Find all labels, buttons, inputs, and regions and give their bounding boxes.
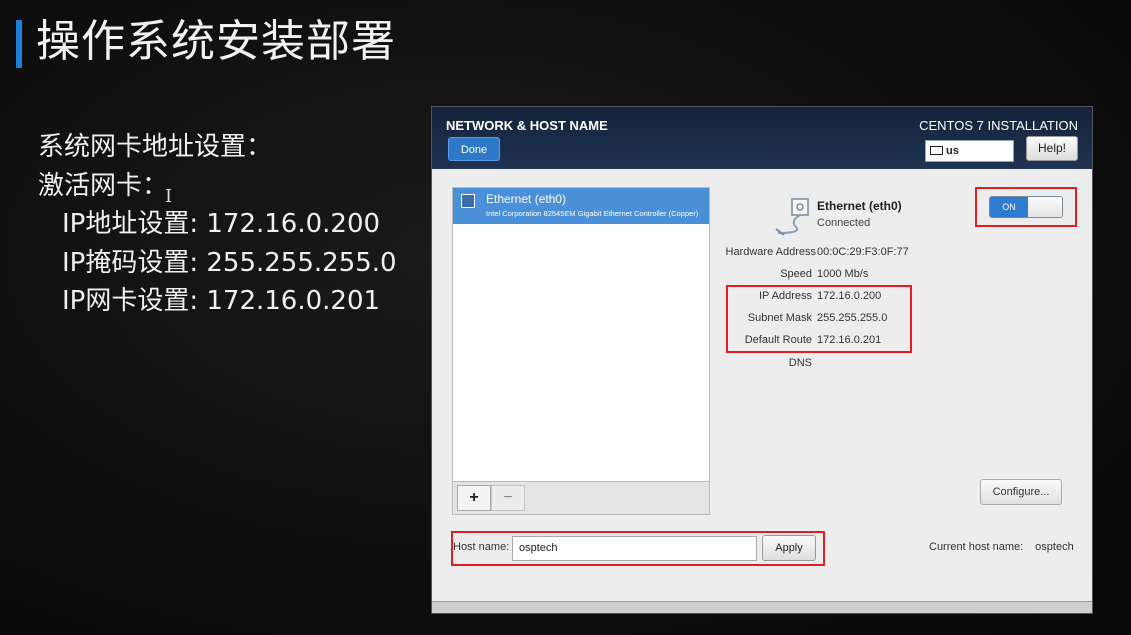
interface-name: Ethernet (eth0) xyxy=(817,199,902,213)
text-cursor-icon: I xyxy=(165,186,173,207)
product-title: CENTOS 7 INSTALLATION xyxy=(919,118,1078,133)
hostname-input[interactable]: osptech xyxy=(512,536,757,561)
ethernet-cable-icon xyxy=(775,198,809,236)
current-hostname: Current host name: osptech xyxy=(929,541,1074,553)
current-hostname-value: osptech xyxy=(1035,541,1074,553)
slide-accent-bar xyxy=(16,20,22,68)
network-device-icon xyxy=(461,194,475,208)
ip-settings-highlight xyxy=(726,285,912,353)
note-line: 激活网卡： xyxy=(38,170,169,201)
device-description: Intel Corporation 82545EM Gigabit Ethern… xyxy=(486,209,699,218)
note-line: IP掩码设置: 255.255.255.0 xyxy=(62,247,397,278)
add-device-button[interactable]: + xyxy=(457,485,491,511)
device-name: Ethernet (eth0) xyxy=(486,192,567,206)
keyboard-icon xyxy=(930,146,943,155)
device-list: Ethernet (eth0) Intel Corporation 82545E… xyxy=(452,187,710,514)
help-button[interactable]: Help! xyxy=(1026,136,1078,161)
interface-status: Connected xyxy=(817,217,871,229)
slide-notes: 系统网卡地址设置： 激活网卡： IP地址设置: 172.16.0.200 IP掩… xyxy=(38,128,397,321)
note-line: 系统网卡地址设置： xyxy=(38,132,273,162)
note-line: IP网卡设置: 172.16.0.201 xyxy=(62,286,381,316)
interface-toggle[interactable]: ON xyxy=(989,196,1063,218)
hardware-address-label: Hardware Address xyxy=(725,246,817,258)
current-hostname-label: Current host name: xyxy=(929,541,1024,553)
remove-device-button[interactable]: − xyxy=(491,485,525,511)
slide-title: 操作系统安装部署 xyxy=(36,16,396,67)
device-list-toolbar: + − xyxy=(452,481,710,515)
note-line: IP地址设置: 172.16.0.200 xyxy=(62,209,381,239)
done-button[interactable]: Done xyxy=(448,137,500,161)
keyboard-layout-indicator[interactable]: us xyxy=(925,140,1014,162)
keyboard-layout-label: us xyxy=(946,145,959,157)
dns-label: DNS xyxy=(788,357,812,369)
speed-label: Speed xyxy=(780,268,812,280)
window-bottom-edge xyxy=(432,601,1092,613)
toggle-on-label: ON xyxy=(990,197,1028,217)
installer-window: NETWORK & HOST NAME CENTOS 7 INSTALLATIO… xyxy=(431,106,1093,614)
toggle-knob xyxy=(1028,197,1062,217)
configure-button[interactable]: Configure... xyxy=(980,479,1062,505)
hostname-label: Host name: xyxy=(453,541,510,553)
device-list-item[interactable]: Ethernet (eth0) Intel Corporation 82545E… xyxy=(453,188,709,224)
apply-button[interactable]: Apply xyxy=(762,535,816,561)
page-title: NETWORK & HOST NAME xyxy=(446,118,608,133)
